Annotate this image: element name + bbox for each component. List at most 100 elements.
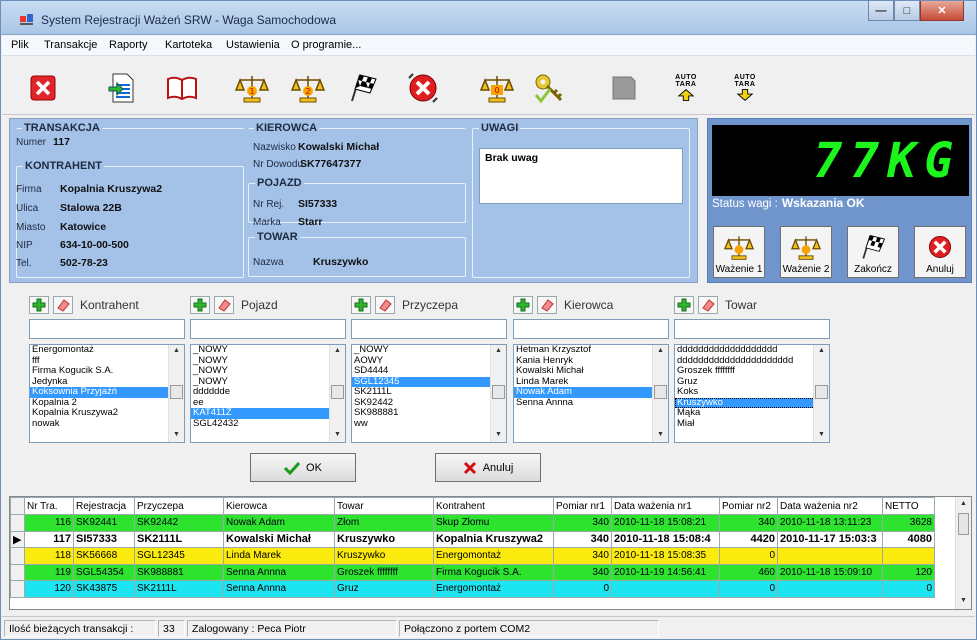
list-item[interactable]: Senna Annna [514, 398, 668, 409]
scroll-thumb[interactable] [170, 385, 183, 399]
menu-raporty[interactable]: Raporty [109, 39, 148, 51]
list-item[interactable]: ee [191, 398, 345, 409]
zakoncz-button[interactable]: Zakończ [847, 226, 899, 278]
scroll-up-icon[interactable]: ▲ [960, 500, 967, 507]
scroll-down-icon[interactable]: ▼ [495, 431, 502, 438]
scroll-thumb[interactable] [654, 385, 667, 399]
menu-plik[interactable]: Plik [11, 39, 29, 51]
list-item[interactable]: Mąka [675, 408, 829, 419]
add-icon[interactable] [29, 296, 49, 314]
column-header[interactable]: Pomiar nr2 [719, 497, 778, 515]
eraser-icon[interactable] [537, 296, 557, 314]
list-item[interactable]: _NOWY [191, 377, 345, 388]
list-item[interactable]: fff [30, 356, 184, 367]
anuluj-scale-button[interactable]: Anuluj [914, 226, 966, 278]
column-header[interactable]: Przyczepa [134, 497, 224, 515]
table-row[interactable]: 119 SGL54354 SK988881 Senna Annna Groszek ff… [10, 563, 935, 581]
scroll-up-icon[interactable]: ▲ [495, 347, 502, 354]
scale-1-icon[interactable]: 1 [232, 68, 272, 108]
list-item[interactable]: SK2111L [352, 387, 506, 398]
maximize-button[interactable]: □ [894, 1, 920, 21]
column-header[interactable]: Towar [334, 497, 434, 515]
selector-list[interactable]: _NOWY AOWY SD4444 SGL12345 SK2111L SK92442 SK9… [351, 344, 507, 443]
column-header[interactable]: Nr Tra. [24, 497, 74, 515]
list-item[interactable]: AOWY [352, 356, 506, 367]
list-item[interactable]: Linda Marek [514, 377, 668, 388]
scroll-thumb[interactable] [958, 513, 969, 535]
selector-list[interactable]: Energomontaż fff Firma Kogucik S.A. Jedynka… [29, 344, 185, 443]
list-scrollbar[interactable]: ▲ ▼ [329, 345, 345, 442]
list-item[interactable]: nowak [30, 419, 184, 430]
checkered-flag-icon[interactable] [343, 68, 383, 108]
list-item[interactable]: ww [352, 419, 506, 430]
list-item[interactable]: Hetman Krzysztof [514, 345, 668, 356]
menu-kartoteka[interactable]: Kartoteka [165, 39, 212, 51]
list-item[interactable]: Gruz [675, 377, 829, 388]
key-icon[interactable] [529, 68, 569, 108]
cancel-icon[interactable] [403, 68, 443, 108]
selector-filter-input[interactable] [29, 319, 185, 339]
scroll-thumb[interactable] [815, 385, 828, 399]
list-item[interactable]: Kopalnia 2 [30, 398, 184, 409]
scroll-down-icon[interactable]: ▼ [657, 431, 664, 438]
table-row[interactable]: ▶ 117 SI57333 SK2111L Kowalski Michał Kruszyw… [10, 530, 935, 548]
uwagi-text[interactable]: Brak uwag [479, 148, 683, 204]
list-scrollbar[interactable]: ▲ ▼ [813, 345, 829, 442]
list-item[interactable]: dddddde [191, 387, 345, 398]
list-item[interactable]: Kruszywko [675, 397, 829, 408]
camera-icon[interactable] [604, 68, 644, 108]
eraser-icon[interactable] [53, 296, 73, 314]
add-icon[interactable] [351, 296, 371, 314]
column-header[interactable]: Kierowca [223, 497, 335, 515]
minimize-button[interactable]: — [868, 1, 894, 21]
column-header[interactable]: Kontrahent [433, 497, 554, 515]
eraser-icon[interactable] [214, 296, 234, 314]
column-header[interactable]: Rejestracja [73, 497, 135, 515]
list-item[interactable]: Jedynka [30, 377, 184, 388]
anuluj-button[interactable]: Anuluj [435, 453, 541, 482]
close-window-button[interactable]: ✕ [920, 1, 964, 21]
selector-filter-input[interactable] [513, 319, 669, 339]
list-item[interactable]: Miał [675, 419, 829, 430]
list-item[interactable]: SGL12345 [352, 376, 506, 387]
list-scrollbar[interactable]: ▲ ▼ [168, 345, 184, 442]
list-item[interactable]: KAT411Z [191, 408, 345, 419]
menu-ustawienia[interactable]: Ustawienia [226, 39, 280, 51]
scroll-down-icon[interactable]: ▼ [334, 431, 341, 438]
close-icon[interactable] [23, 68, 63, 108]
list-item[interactable]: dddddddddddddddddddddd [675, 356, 829, 367]
list-item[interactable]: Groszek ffffffff [675, 366, 829, 377]
scale-zero-icon[interactable]: 0 [477, 68, 517, 108]
wazenie-2-button[interactable]: Ważenie 2 [780, 226, 832, 278]
list-item[interactable]: SK92442 [352, 398, 506, 409]
new-document-icon[interactable] [102, 68, 142, 108]
selector-list[interactable]: ddddddddddddddddddd ddddddddddddddddddddd… [674, 344, 830, 443]
scroll-thumb[interactable] [492, 385, 505, 399]
scroll-down-icon[interactable]: ▼ [173, 431, 180, 438]
auto-tara-up-icon[interactable]: AUTO TARA [666, 68, 706, 108]
column-header[interactable]: NETTO [882, 497, 935, 515]
list-item[interactable]: SGL42432 [191, 419, 345, 430]
scroll-thumb[interactable] [331, 385, 344, 399]
list-item[interactable]: Koksownia Przyjaźń [30, 387, 184, 398]
list-scrollbar[interactable]: ▲ ▼ [490, 345, 506, 442]
table-scrollbar[interactable]: ▲ ▼ [955, 497, 971, 609]
scroll-up-icon[interactable]: ▲ [334, 347, 341, 354]
list-item[interactable]: Energomontaż [30, 345, 184, 356]
scroll-up-icon[interactable]: ▲ [657, 347, 664, 354]
list-item[interactable]: _NOWY [352, 345, 506, 356]
scroll-up-icon[interactable]: ▲ [818, 347, 825, 354]
book-icon[interactable] [162, 68, 202, 108]
wazenie-1-button[interactable]: Ważenie 1 [713, 226, 765, 278]
list-item[interactable]: Firma Kogucik S.A. [30, 366, 184, 377]
list-item[interactable]: SK988881 [352, 408, 506, 419]
list-item[interactable]: Koks [675, 387, 829, 398]
ok-button[interactable]: OK [250, 453, 356, 482]
column-header[interactable]: Data ważenia nr2 [777, 497, 883, 515]
selector-filter-input[interactable] [674, 319, 830, 339]
selector-filter-input[interactable] [190, 319, 346, 339]
list-item[interactable]: Nowak Adam [514, 387, 668, 398]
column-header[interactable]: Data ważenia nr1 [611, 497, 720, 515]
eraser-icon[interactable] [698, 296, 718, 314]
selector-list[interactable]: _NOWY _NOWY _NOWY _NOWY dddddde ee KAT411Z SGL4… [190, 344, 346, 443]
